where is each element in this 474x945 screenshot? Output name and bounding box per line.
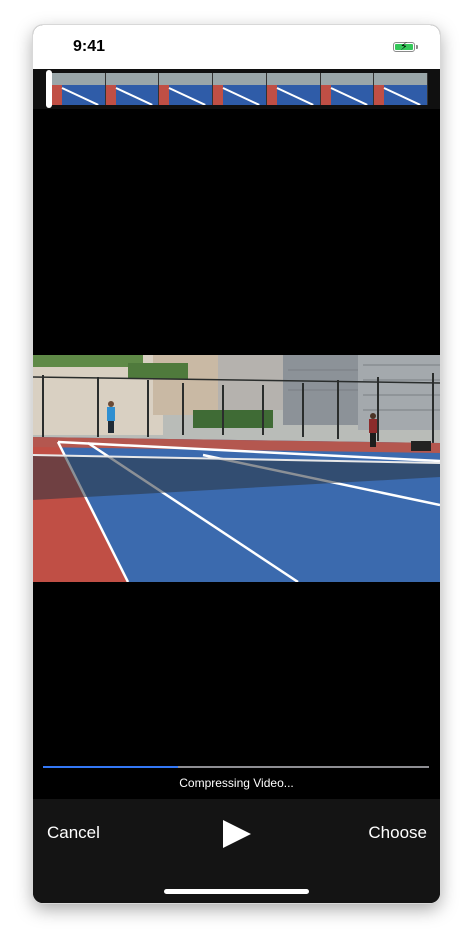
status-bar: 9:41 ⚡ [33, 25, 440, 69]
video-preview [33, 355, 440, 582]
thumbnail [374, 73, 429, 105]
thumbnail [320, 73, 375, 105]
device-screen: 9:41 ⚡ Compressing Video... Cancel Choos… [33, 25, 440, 903]
trim-bar[interactable] [33, 69, 440, 109]
bottom-toolbar: Cancel Choose [33, 799, 440, 903]
compression-progress-fill [43, 766, 179, 768]
compression-label: Compressing Video... [179, 776, 294, 790]
thumbnail-strip[interactable] [52, 73, 429, 105]
thumbnail [213, 73, 267, 105]
cancel-button[interactable]: Cancel [47, 823, 100, 843]
trim-handle-icon[interactable] [46, 70, 52, 108]
battery-charging-icon: ⚡ [393, 41, 418, 53]
status-time: 9:41 [73, 38, 106, 55]
thumbnail [105, 73, 160, 105]
home-indicator[interactable] [164, 889, 309, 894]
thumbnail [52, 73, 106, 105]
thumbnail [266, 73, 321, 105]
compression-progress-bar [43, 766, 429, 768]
play-icon[interactable] [221, 819, 253, 849]
choose-button[interactable]: Choose [368, 823, 427, 843]
video-player[interactable]: Compressing Video... [33, 109, 440, 799]
thumbnail [159, 73, 214, 105]
